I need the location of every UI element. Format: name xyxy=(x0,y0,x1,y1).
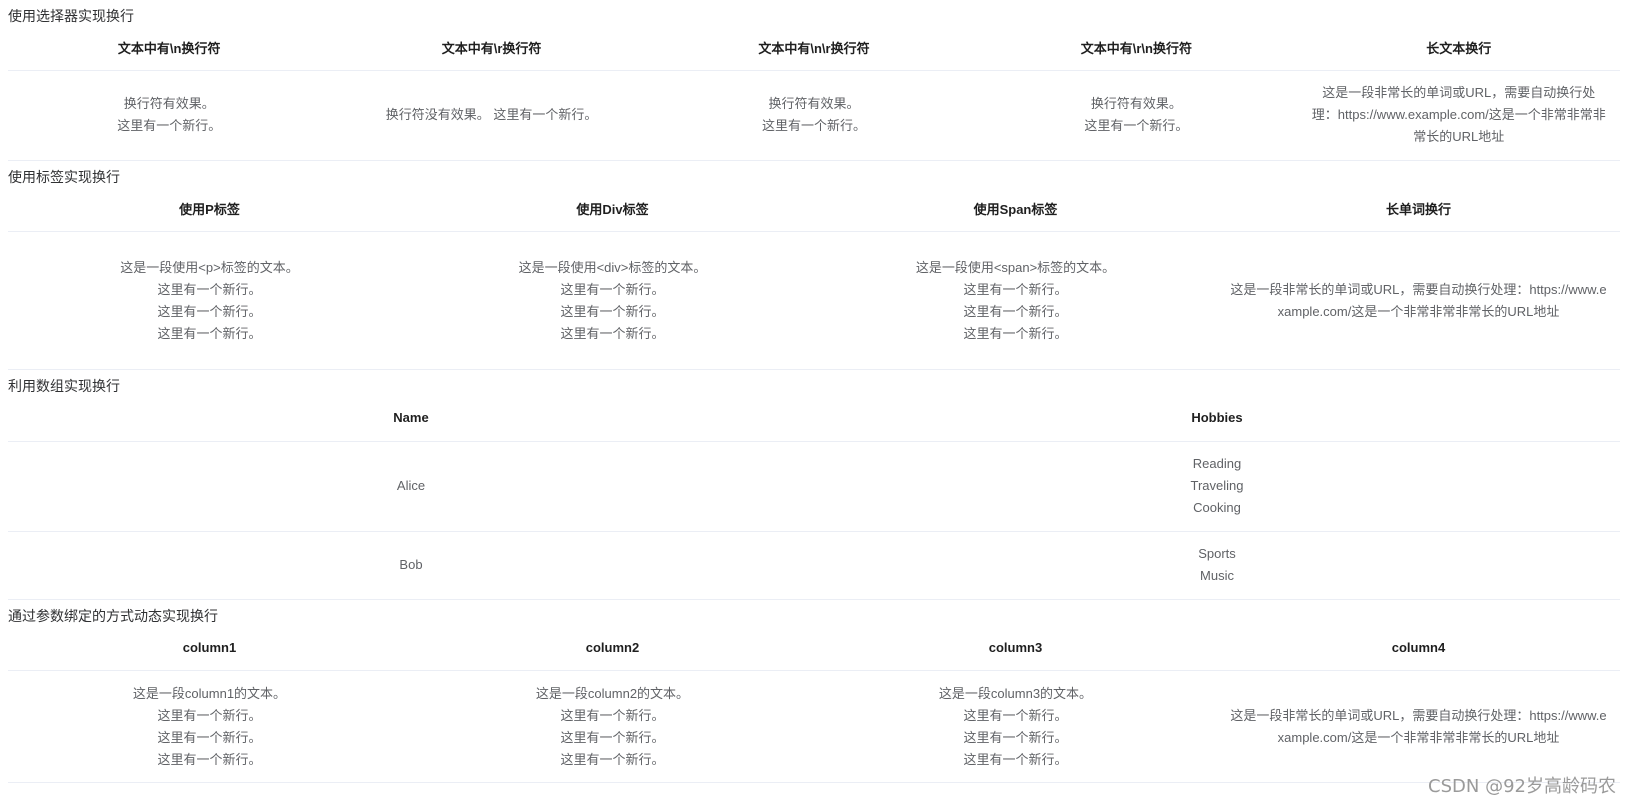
cell-div-tag: 这是一段使用<div>标签的文本。 这里有一个新行。 这里有一个新行。 这里有一… xyxy=(411,231,814,370)
section-title-array: 利用数组实现换行 xyxy=(8,378,120,394)
cell-line: 这里有一个新行。 xyxy=(761,118,866,133)
selector-table: 文本中有\n换行符 文本中有\r换行符 文本中有\n\r换行符 文本中有\r\n… xyxy=(8,25,1620,161)
cell-line: 这是一段非常长的单词或URL，需要自动换行处理：https://www.exam… xyxy=(1311,85,1606,144)
cell-nr: 换行符有效果。 这里有一个新行。 xyxy=(652,70,976,161)
cell-line: 这里有一个新行。 xyxy=(157,707,262,723)
hobby-item: Traveling xyxy=(1190,478,1244,493)
cell-line: 这里有一个新行。 xyxy=(157,325,262,341)
cell-name: Bob xyxy=(8,531,814,600)
section-title-tags: 使用标签实现换行 xyxy=(8,168,120,185)
cell-line: 换行符有效果。 xyxy=(123,96,215,111)
hobby-item: Sports xyxy=(1198,546,1236,561)
section-title-selector: 使用选择器实现换行 xyxy=(8,8,134,24)
cell-line: 这里有一个新行。 xyxy=(157,729,262,745)
watermark: CSDN @92岁高龄码农 xyxy=(1428,776,1616,797)
header-long-word: 长单词换行 xyxy=(1217,185,1620,232)
cell-n: 换行符有效果。 这里有一个新行。 xyxy=(8,70,331,161)
header-name: Name xyxy=(8,395,814,442)
cell-line: 这是一段非常长的单词或URL，需要自动换行处理：https://www.exam… xyxy=(1230,281,1607,319)
cell-long-text: 这是一段非常长的单词或URL，需要自动换行处理：https://www.exam… xyxy=(1297,70,1620,161)
header-column1: column1 xyxy=(8,624,411,671)
header-p-tag: 使用P标签 xyxy=(8,185,411,232)
cell-column4: 这是一段非常长的单词或URL，需要自动换行处理：https://www.exam… xyxy=(1217,670,1620,783)
cell-long-word: 这是一段非常长的单词或URL，需要自动换行处理：https://www.exam… xyxy=(1217,231,1620,370)
header-nr: 文本中有\n\r换行符 xyxy=(652,25,976,71)
cell-line: 这里有一个新行。 xyxy=(560,281,665,297)
cell-line: 这里有一个新行。 xyxy=(560,707,665,723)
table-row: Bob Sports Music xyxy=(8,531,1620,600)
table-row: Alice Reading Traveling Cooking xyxy=(8,441,1620,532)
cell-line: 这里有一个新行。 xyxy=(157,281,262,297)
header-column4: column4 xyxy=(1217,624,1620,671)
cell-line: 这里有一个新行。 xyxy=(560,729,665,745)
cell-line: 这里有一个新行。 xyxy=(157,751,262,767)
cell-line: 这是一段column2的文本。 xyxy=(535,685,690,701)
cell-line: 这里有一个新行。 xyxy=(963,729,1068,745)
cell-line: 换行符没有效果。 这里有一个新行。 xyxy=(385,107,598,122)
table-row: 这是一段使用<p>标签的文本。 这里有一个新行。 这里有一个新行。 这里有一个新… xyxy=(8,231,1620,370)
cell-line: 这是一段column1的文本。 xyxy=(132,685,287,701)
table-row: 换行符有效果。 这里有一个新行。 换行符没有效果。 这里有一个新行。 换行符有效… xyxy=(8,70,1620,161)
cell-column2: 这是一段column2的文本。 这里有一个新行。 这里有一个新行。 这里有一个新… xyxy=(411,670,814,783)
hobby-item: Reading xyxy=(1192,456,1242,471)
cell-span-tag: 这是一段使用<span>标签的文本。 这里有一个新行。 这里有一个新行。 这里有… xyxy=(814,231,1217,370)
cell-line: 这里有一个新行。 xyxy=(963,751,1068,767)
cell-line: 这里有一个新行。 xyxy=(560,751,665,767)
page: 使用选择器实现换行 文本中有\n换行符 文本中有\r换行符 文本中有\n\r换行… xyxy=(0,0,1630,783)
cell-line: 这里有一个新行。 xyxy=(560,303,665,319)
cell-line: 换行符有效果。 xyxy=(768,96,860,111)
array-table: Name Hobbies Alice Reading Traveling Coo… xyxy=(8,395,1620,600)
tags-table: 使用P标签 使用Div标签 使用Span标签 长单词换行 这是一段使用<p>标签… xyxy=(8,185,1620,370)
cell-line: 这里有一个新行。 xyxy=(963,707,1068,723)
cell-line: 这里有一个新行。 xyxy=(963,281,1068,297)
cell-line: 这里有一个新行。 xyxy=(157,303,262,319)
cell-line: 这是一段非常长的单词或URL，需要自动换行处理：https://www.exam… xyxy=(1230,707,1607,745)
cell-column3: 这是一段column3的文本。 这里有一个新行。 这里有一个新行。 这里有一个新… xyxy=(814,670,1217,783)
cell-p-tag: 这是一段使用<p>标签的文本。 这里有一个新行。 这里有一个新行。 这里有一个新… xyxy=(8,231,411,370)
header-column3: column3 xyxy=(814,624,1217,671)
header-hobbies: Hobbies xyxy=(814,395,1620,442)
cell-r: 换行符没有效果。 这里有一个新行。 xyxy=(330,70,653,161)
cell-line: 这里有一个新行。 xyxy=(1084,118,1189,133)
header-span-tag: 使用Span标签 xyxy=(814,185,1217,232)
cell-line: 这是一段使用<p>标签的文本。 xyxy=(120,259,299,275)
cell-line: 这里有一个新行。 xyxy=(117,118,222,133)
header-long-text: 长文本换行 xyxy=(1297,25,1620,71)
cell-line: 这里有一个新行。 xyxy=(560,325,665,341)
hobby-item: Cooking xyxy=(1193,500,1241,515)
section-title-binding: 通过参数绑定的方式动态实现换行 xyxy=(8,607,218,624)
cell-line: 这里有一个新行。 xyxy=(963,325,1068,341)
cell-hobbies: Reading Traveling Cooking xyxy=(814,441,1620,532)
cell-line: 换行符有效果。 xyxy=(1090,96,1182,111)
header-r: 文本中有\r换行符 xyxy=(330,25,653,71)
cell-line: 这是一段使用<div>标签的文本。 xyxy=(518,259,707,275)
table-row: 这是一段column1的文本。 这里有一个新行。 这里有一个新行。 这里有一个新… xyxy=(8,670,1620,783)
cell-name: Alice xyxy=(8,441,814,532)
cell-line: 这是一段使用<span>标签的文本。 xyxy=(915,259,1116,275)
cell-rn: 换行符有效果。 这里有一个新行。 xyxy=(975,70,1298,161)
cell-column1: 这是一段column1的文本。 这里有一个新行。 这里有一个新行。 这里有一个新… xyxy=(8,670,411,783)
cell-line: 这里有一个新行。 xyxy=(963,303,1068,319)
cell-hobbies: Sports Music xyxy=(814,531,1620,600)
cell-line: 这是一段column3的文本。 xyxy=(938,685,1093,701)
header-column2: column2 xyxy=(411,624,814,671)
header-n: 文本中有\n换行符 xyxy=(8,25,331,71)
binding-table: column1 column2 column3 column4 这是一段colu… xyxy=(8,624,1620,783)
header-div-tag: 使用Div标签 xyxy=(411,185,814,232)
header-rn: 文本中有\r\n换行符 xyxy=(975,25,1298,71)
hobby-item: Music xyxy=(1200,568,1234,583)
